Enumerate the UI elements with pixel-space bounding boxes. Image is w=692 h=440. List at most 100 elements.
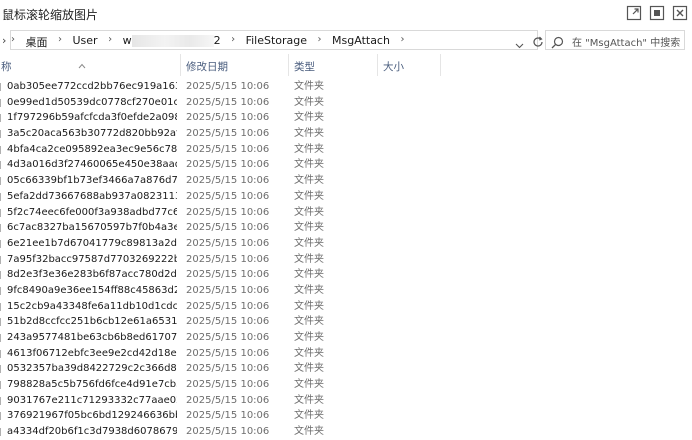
file-row[interactable]: 05c66339bf1b73ef3466a7a876d7d680 2025/5/1… xyxy=(0,173,692,189)
refresh-icon[interactable] xyxy=(531,34,545,48)
file-type: 文件夹 xyxy=(294,379,324,391)
file-name: 4d3a016d3f27460065e450e38aad16b5 xyxy=(7,159,177,171)
file-date: 2025/5/15 10:06 xyxy=(186,206,270,218)
file-date: 2025/5/15 10:06 xyxy=(186,332,270,343)
breadcrumb-item-user[interactable]: User xyxy=(73,34,98,47)
breadcrumb-item-msgattach[interactable]: MsgAttach xyxy=(332,34,390,47)
chevron-right-icon[interactable]: › xyxy=(2,34,6,47)
column-divider[interactable] xyxy=(180,54,181,76)
breadcrumb-account-prefix: w xyxy=(122,34,132,47)
column-size[interactable]: 大小 xyxy=(383,59,404,74)
breadcrumb-item-account[interactable]: w2 xyxy=(123,34,221,47)
file-type: 文件夹 xyxy=(294,128,324,140)
breadcrumb-item-filestorage[interactable]: FileStorage xyxy=(246,34,307,47)
folder-icon xyxy=(0,428,1,437)
file-name: 0532357ba39d8422729c2c366d89acdf xyxy=(7,363,177,375)
folder-icon xyxy=(0,98,1,107)
file-name: 7a95f32bacc97587d7703269222bcc5a xyxy=(7,253,177,265)
address-bar[interactable]: › 桌面 › User › w2 › FileStorage › MsgAtta… xyxy=(10,30,543,50)
close-icon[interactable] xyxy=(672,5,688,21)
file-name: 5efa2dd73667688ab937a0823113e0ed xyxy=(7,190,177,202)
file-row[interactable]: 4613f06712ebfc3ee9e2cd42d18edd56 2025/5/1… xyxy=(0,346,692,362)
file-name: 05c66339bf1b73ef3466a7a876d7d680 xyxy=(7,175,177,187)
column-date[interactable]: 修改日期 xyxy=(186,59,228,74)
file-row[interactable]: 0532357ba39d8422729c2c366d89acdf 2025/5/1… xyxy=(0,361,692,377)
file-row[interactable]: 51b2d8ccfcc251b6cb12e61a65319c79 2025/5/1… xyxy=(0,314,692,330)
file-row[interactable]: 376921967f05bc6bd129246636bb9e5d 2025/5/1… xyxy=(0,408,692,424)
file-name: 15c2cb9a43348fe6a11db10d1cdcc38c xyxy=(7,300,177,312)
file-row[interactable]: 9fc8490a9e36ee154ff88c45863d2099 2025/5/1… xyxy=(0,283,692,299)
file-type: 文件夹 xyxy=(294,394,324,406)
file-row[interactable]: 0e99ed1d50539dc0778cf270e01c7f7f 2025/5/1… xyxy=(0,95,692,111)
file-type: 文件夹 xyxy=(294,316,324,328)
chevron-right-icon: › xyxy=(58,34,62,45)
file-row[interactable]: 5efa2dd73667688ab937a0823113e0ed 2025/5/1… xyxy=(0,189,692,205)
file-row[interactable]: 243a9577481be63cb6b8ed61707dd8... 2025/5/… xyxy=(0,330,692,346)
file-type: 文件夹 xyxy=(294,159,324,171)
folder-icon xyxy=(0,349,1,358)
file-date: 2025/5/15 10:06 xyxy=(186,363,270,375)
title-bar: 鼠标滚轮缩放图片 xyxy=(0,0,692,28)
file-row[interactable]: 5f2c74eec6fe000f3a938adbd77c6228 2025/5/1… xyxy=(0,205,692,221)
file-type: 文件夹 xyxy=(294,222,324,234)
column-divider[interactable] xyxy=(377,54,378,76)
file-type: 文件夹 xyxy=(294,269,324,281)
column-header: 称 修改日期 类型 大小 xyxy=(0,54,692,76)
file-type: 文件夹 xyxy=(294,347,324,359)
search-icon xyxy=(551,34,564,49)
file-date: 2025/5/15 10:06 xyxy=(186,379,270,391)
file-type: 文件夹 xyxy=(294,190,324,202)
window-title: 鼠标滚轮缩放图片 xyxy=(2,8,99,22)
file-type: 文件夹 xyxy=(294,112,324,124)
file-row[interactable]: a4334df20b6f1c3d7938d60786794fca 2025/5/1… xyxy=(0,424,692,440)
file-row[interactable]: 8d2e3f3e36e283b6f87acc780d2d6b2a 2025/5/1… xyxy=(0,267,692,283)
file-type: 文件夹 xyxy=(294,175,324,187)
column-type[interactable]: 类型 xyxy=(294,59,315,74)
folder-icon xyxy=(0,396,1,405)
file-date: 2025/5/15 10:06 xyxy=(186,347,270,359)
file-date: 2025/5/15 10:06 xyxy=(186,96,270,108)
file-name: 9fc8490a9e36ee154ff88c45863d2099 xyxy=(7,284,177,296)
file-date: 2025/5/15 10:06 xyxy=(186,222,270,234)
file-row[interactable]: 0ab305ee772ccd2bb76ec919a163b0... 2025/5/… xyxy=(0,79,692,95)
file-row[interactable]: 15c2cb9a43348fe6a11db10d1cdcc38c 2025/5/1… xyxy=(0,299,692,315)
file-type: 文件夹 xyxy=(294,96,324,108)
folder-icon xyxy=(0,208,1,217)
file-type: 文件夹 xyxy=(294,284,324,296)
address-row: › › 桌面 › User › w2 › FileStorage › MsgAt… xyxy=(0,28,692,54)
file-date: 2025/5/15 10:06 xyxy=(186,269,270,281)
file-name: 798828a5c5b756fd6fce4d91e7cb3508 xyxy=(7,379,177,391)
file-row[interactable]: 798828a5c5b756fd6fce4d91e7cb3508 2025/5/1… xyxy=(0,377,692,393)
column-divider[interactable] xyxy=(288,54,289,76)
folder-icon xyxy=(0,255,1,264)
file-row[interactable]: 6e21ee1b7d67041779c89813a2de7605 2025/5/1… xyxy=(0,236,692,252)
file-type: 文件夹 xyxy=(294,300,324,312)
folder-icon xyxy=(0,334,1,342)
column-divider[interactable] xyxy=(440,54,441,76)
file-type: 文件夹 xyxy=(294,332,324,343)
file-date: 2025/5/15 10:06 xyxy=(186,394,270,406)
file-row[interactable]: 9031767e211c71293332c77aae0289e2 2025/5/1… xyxy=(0,393,692,409)
chevron-down-icon[interactable] xyxy=(515,35,524,54)
popout-icon[interactable] xyxy=(626,5,642,21)
folder-icon xyxy=(0,318,1,327)
file-row[interactable]: 6c7ac8327ba15670597b7f0b4a3e2c9b 2025/5/1… xyxy=(0,220,692,236)
file-row[interactable]: 4d3a016d3f27460065e450e38aad16b5 2025/5/1… xyxy=(0,157,692,173)
file-type: 文件夹 xyxy=(294,81,324,92)
file-row[interactable]: 1f797296b59afcfcda3f0efde2a098f4 2025/5/1… xyxy=(0,110,692,126)
file-row[interactable]: 7a95f32bacc97587d7703269222bcc5a 2025/5/1… xyxy=(0,252,692,268)
file-date: 2025/5/15 10:06 xyxy=(186,112,270,124)
breadcrumb-item-desktop[interactable]: 桌面 xyxy=(26,34,48,50)
folder-icon xyxy=(0,286,1,295)
file-date: 2025/5/15 10:06 xyxy=(186,237,270,249)
file-date: 2025/5/15 10:06 xyxy=(186,128,270,140)
column-name[interactable]: 称 xyxy=(1,59,12,74)
chevron-right-icon: › xyxy=(400,34,405,45)
maximize-icon[interactable] xyxy=(649,5,665,21)
file-name: 0e99ed1d50539dc0778cf270e01c7f7f xyxy=(7,96,177,108)
folder-icon xyxy=(0,271,1,280)
file-type: 文件夹 xyxy=(294,363,324,375)
file-row[interactable]: 3a5c20aca563b30772d820bb92af36ef 2025/5/1… xyxy=(0,126,692,142)
file-row[interactable]: 4bfa4ca2ce095892ea3ec9e56c782c52 2025/5/1… xyxy=(0,142,692,158)
search-box[interactable]: 在 "MsgAttach" 中搜索 xyxy=(545,30,685,50)
